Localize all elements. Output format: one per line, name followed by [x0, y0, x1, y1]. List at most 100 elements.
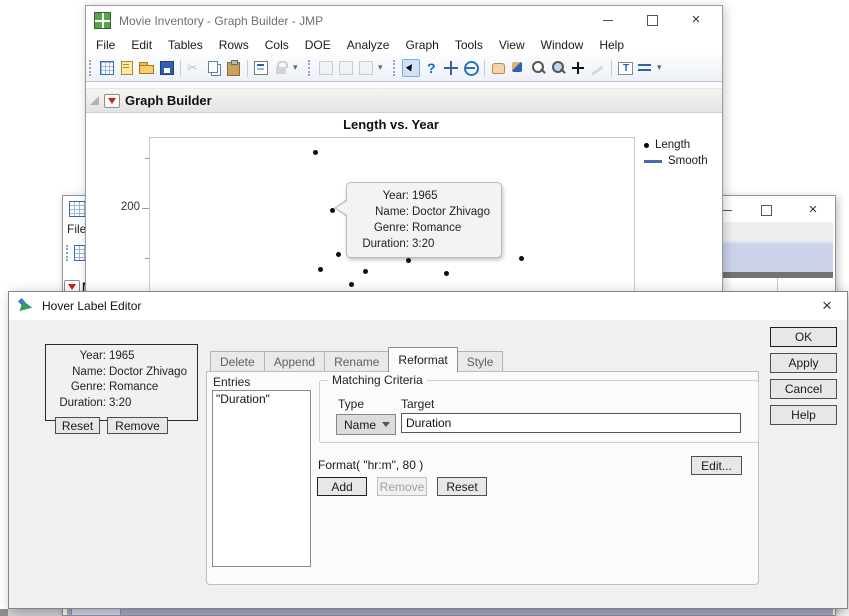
tab-style[interactable]: Style: [457, 351, 504, 372]
menu-doe[interactable]: DOE: [297, 38, 339, 52]
selection-circle-icon[interactable]: [462, 59, 480, 77]
ok-button[interactable]: OK: [770, 327, 837, 347]
menu-graph[interactable]: Graph: [397, 38, 446, 52]
hover-row-label: Duration:: [351, 236, 409, 252]
help-icon[interactable]: [422, 59, 440, 77]
target-input[interactable]: [401, 413, 741, 433]
menu-rows[interactable]: Rows: [211, 38, 257, 52]
hover-row-value: Doctor Zhivago: [412, 204, 493, 220]
apply-button[interactable]: Apply: [770, 353, 837, 373]
type-dropdown[interactable]: Name: [336, 414, 396, 435]
edit-button[interactable]: Edit...: [691, 456, 742, 475]
close-button[interactable]: [817, 296, 837, 316]
data-point[interactable]: [406, 258, 411, 263]
add-entry-button[interactable]: Add: [317, 477, 367, 496]
type-dropdown-value: Name: [344, 418, 382, 432]
menu-file[interactable]: File: [63, 222, 86, 236]
menu-cols[interactable]: Cols: [257, 38, 297, 52]
annotate-plus-icon[interactable]: [569, 59, 587, 77]
copy-icon[interactable]: [205, 59, 223, 77]
open-icon[interactable]: [138, 59, 156, 77]
overflow-icon[interactable]: [377, 59, 387, 77]
tooltip-arrow: [334, 199, 347, 217]
help-button[interactable]: Help: [770, 405, 837, 425]
entries-label: Entries: [213, 375, 250, 389]
overflow-icon[interactable]: [656, 59, 666, 77]
legend-item-length[interactable]: Length: [644, 137, 708, 153]
close-button[interactable]: [805, 202, 821, 218]
entries-listbox[interactable]: "Duration": [212, 390, 311, 567]
graph-toolbar: [86, 55, 722, 82]
panel-title: Graph Builder: [125, 93, 212, 108]
hover-label-editor-dialog: Hover Label Editor Year:1965Name:Doctor …: [8, 291, 848, 609]
menu-help[interactable]: Help: [591, 38, 632, 52]
cancel-button[interactable]: Cancel: [770, 379, 837, 399]
data-point[interactable]: [336, 252, 341, 257]
data-table-menubar: File: [63, 222, 86, 241]
menu-edit[interactable]: Edit: [123, 38, 160, 52]
menu-window[interactable]: Window: [533, 38, 592, 52]
save-icon[interactable]: [158, 59, 176, 77]
zoom-in-icon[interactable]: [549, 59, 567, 77]
graph-builder-panel-header: Graph Builder: [86, 88, 722, 113]
entries-item[interactable]: "Duration": [213, 391, 310, 407]
red-triangle-menu-icon[interactable]: [104, 94, 120, 108]
hover-row-value: 1965: [109, 349, 197, 365]
data-table-bottom-band: [67, 608, 833, 615]
hover-row-label: Year:: [46, 349, 106, 365]
minimize-button[interactable]: [586, 6, 630, 34]
target-label: Target: [401, 397, 434, 411]
graph-builder-window: Movie Inventory - Graph Builder - JMP Fi…: [85, 5, 723, 292]
hover-row-value: Romance: [109, 380, 197, 396]
menu-file[interactable]: File: [88, 38, 123, 52]
chart-legend: Length Smooth: [644, 137, 708, 169]
format-expression: Format( "hr:m", 80 ): [318, 458, 423, 472]
dialog-preview-rows: Year:1965Name:Doctor ZhivagoGenre:Romanc…: [46, 349, 197, 411]
arrow-cursor-icon[interactable]: [402, 59, 420, 77]
tab-append[interactable]: Append: [264, 351, 325, 372]
text-box-icon[interactable]: [616, 59, 634, 77]
tab-rename[interactable]: Rename: [324, 351, 389, 372]
tab-delete[interactable]: Delete: [210, 351, 265, 372]
hover-row-label: Year:: [351, 188, 409, 204]
disclosure-triangle-icon[interactable]: [90, 96, 99, 105]
overflow-icon[interactable]: [292, 59, 302, 77]
hover-row-value: Doctor Zhivago: [109, 365, 197, 381]
maximize-button[interactable]: [758, 202, 774, 218]
line-annotation-icon[interactable]: [636, 59, 654, 77]
zoom-out-icon[interactable]: [529, 59, 547, 77]
group-label: Matching Criteria: [328, 373, 427, 387]
remove-entry-button: Remove: [377, 477, 427, 496]
new-journal-icon[interactable]: [118, 59, 136, 77]
toolbar-separator: [247, 60, 248, 77]
menu-analyze[interactable]: Analyze: [339, 38, 398, 52]
data-point[interactable]: [313, 150, 318, 155]
reset-entry-button[interactable]: Reset: [437, 477, 487, 496]
paste-icon[interactable]: [225, 59, 243, 77]
menu-tools[interactable]: Tools: [447, 38, 491, 52]
data-point[interactable]: [444, 271, 449, 276]
preview-remove-button[interactable]: Remove: [107, 417, 168, 434]
crosshair-icon[interactable]: [442, 59, 460, 77]
hover-row-label: Genre:: [46, 380, 106, 396]
journal-box-icon[interactable]: [252, 59, 270, 77]
legend-item-smooth[interactable]: Smooth: [644, 153, 708, 169]
maximize-button[interactable]: [630, 6, 674, 34]
data-point[interactable]: [363, 269, 368, 274]
tab-reformat[interactable]: Reformat: [388, 347, 457, 372]
data-point[interactable]: [519, 256, 524, 261]
grabber-hand-icon[interactable]: [489, 59, 507, 77]
new-data-table-icon[interactable]: [98, 59, 116, 77]
data-point[interactable]: [349, 282, 354, 287]
menu-view[interactable]: View: [491, 38, 533, 52]
menu-tables[interactable]: Tables: [160, 38, 211, 52]
close-button[interactable]: [674, 6, 718, 34]
chart-title: Length vs. Year: [149, 117, 633, 132]
hover-row-value: Romance: [412, 220, 493, 236]
hover-row-label: Name:: [351, 204, 409, 220]
jmp-app-icon: [94, 12, 111, 29]
data-point[interactable]: [318, 267, 323, 272]
preview-reset-button[interactable]: Reset: [55, 417, 100, 434]
brush-icon[interactable]: [509, 59, 527, 77]
dialog-action-buttons: Add Remove Reset: [317, 477, 497, 497]
